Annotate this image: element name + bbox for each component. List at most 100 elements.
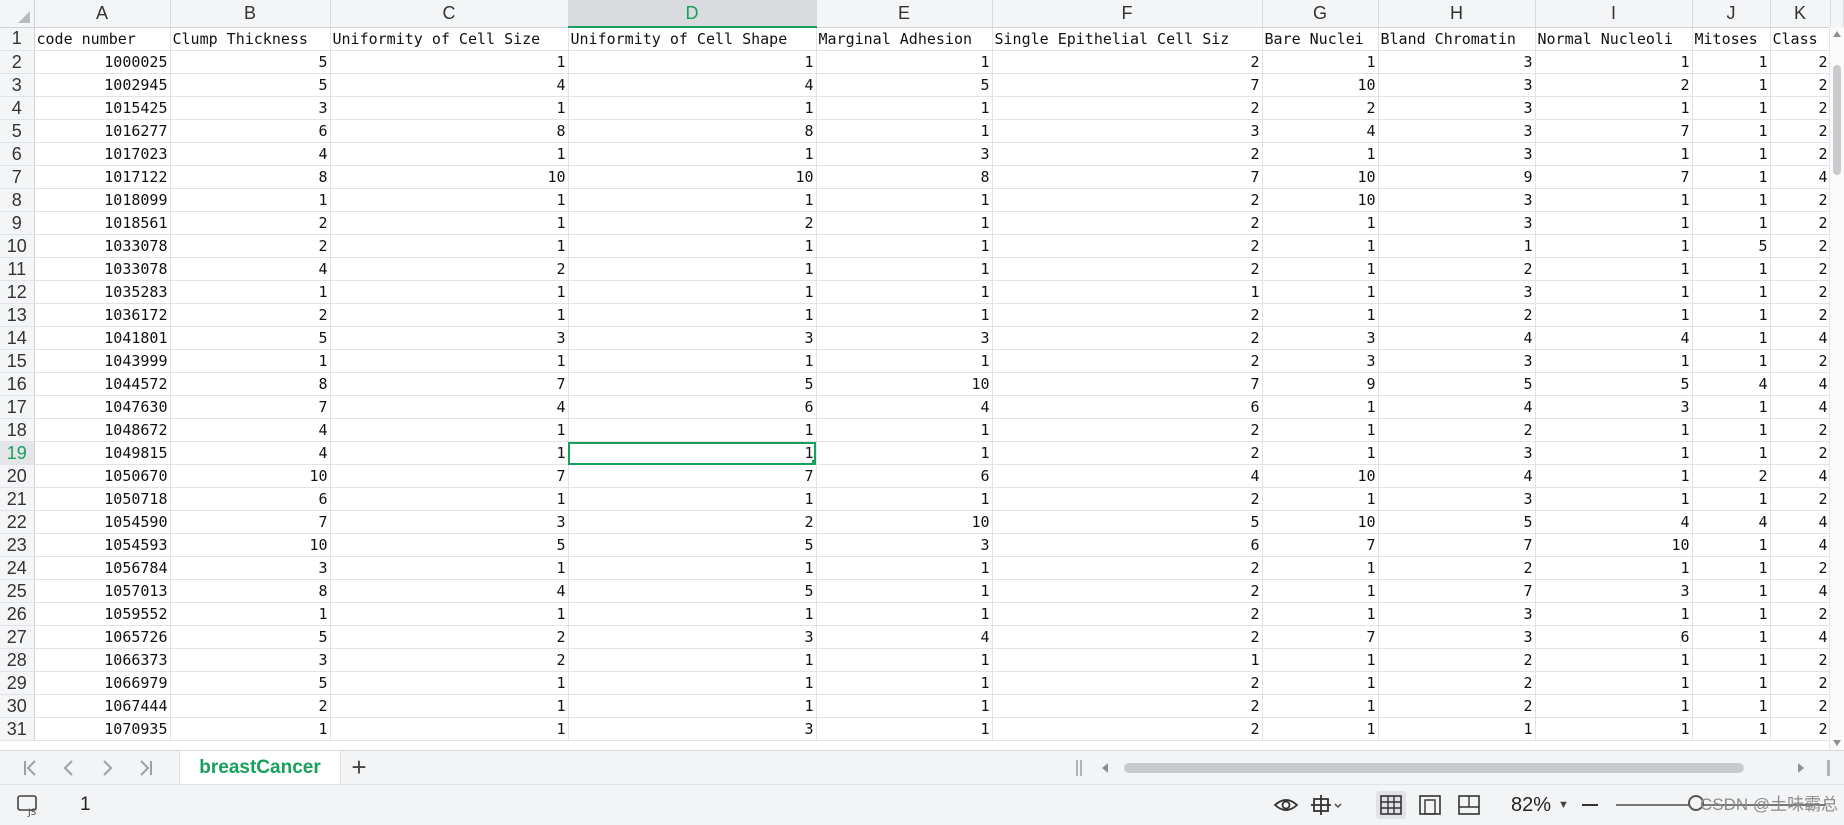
table-cell[interactable]: 3 bbox=[1378, 96, 1536, 120]
table-cell[interactable]: 2 bbox=[1262, 96, 1379, 120]
table-cell[interactable]: 2 bbox=[992, 234, 1263, 258]
table-cell[interactable]: 5 bbox=[330, 533, 569, 557]
last-sheet-icon[interactable] bbox=[134, 757, 156, 779]
table-cell[interactable]: 1 bbox=[816, 694, 993, 718]
table-cell[interactable]: 1 bbox=[1692, 441, 1771, 465]
table-cell[interactable]: 3 bbox=[1378, 280, 1536, 304]
column-title-cell[interactable]: Clump Thickness bbox=[170, 27, 331, 51]
table-cell[interactable]: 5 bbox=[992, 510, 1263, 534]
table-cell[interactable]: 2 bbox=[1770, 418, 1831, 442]
eye-protection-icon[interactable] bbox=[1273, 793, 1299, 817]
table-cell[interactable]: 1018099 bbox=[34, 188, 171, 212]
table-cell[interactable]: 2 bbox=[992, 694, 1263, 718]
table-cell[interactable]: 4 bbox=[330, 395, 569, 419]
table-cell[interactable]: 3 bbox=[1378, 625, 1536, 649]
table-cell[interactable]: 1054590 bbox=[34, 510, 171, 534]
table-cell[interactable]: 2 bbox=[1378, 303, 1536, 327]
table-cell[interactable]: 3 bbox=[1535, 395, 1693, 419]
table-cell[interactable]: 6 bbox=[992, 533, 1263, 557]
table-cell[interactable]: 6 bbox=[568, 395, 817, 419]
table-cell[interactable]: 1 bbox=[1262, 142, 1379, 166]
table-cell[interactable]: 2 bbox=[1692, 464, 1771, 488]
table-cell[interactable]: 1044572 bbox=[34, 372, 171, 396]
table-cell[interactable]: 3 bbox=[1535, 579, 1693, 603]
table-cell[interactable]: 1 bbox=[1535, 556, 1693, 580]
table-cell[interactable]: 10 bbox=[816, 372, 993, 396]
row-header-28[interactable]: 28 bbox=[0, 648, 35, 672]
row-header-20[interactable]: 20 bbox=[0, 464, 35, 488]
table-cell[interactable]: 1 bbox=[816, 671, 993, 695]
table-cell[interactable]: 1 bbox=[1262, 234, 1379, 258]
table-cell[interactable]: 3 bbox=[568, 625, 817, 649]
table-cell[interactable]: 3 bbox=[816, 533, 993, 557]
table-cell[interactable]: 2 bbox=[568, 211, 817, 235]
table-cell[interactable]: 2 bbox=[1770, 671, 1831, 695]
table-cell[interactable]: 3 bbox=[816, 326, 993, 350]
table-cell[interactable]: 1 bbox=[1535, 257, 1693, 281]
table-cell[interactable]: 1 bbox=[568, 142, 817, 166]
table-cell[interactable]: 2 bbox=[992, 717, 1263, 741]
table-cell[interactable]: 10 bbox=[1262, 188, 1379, 212]
table-cell[interactable]: 7 bbox=[992, 165, 1263, 189]
table-cell[interactable]: 1 bbox=[1535, 418, 1693, 442]
table-cell[interactable]: 1 bbox=[1692, 602, 1771, 626]
table-cell[interactable]: 4 bbox=[1535, 510, 1693, 534]
table-cell[interactable]: 1059552 bbox=[34, 602, 171, 626]
table-cell[interactable]: 2 bbox=[170, 303, 331, 327]
table-cell[interactable]: 1 bbox=[330, 441, 569, 465]
table-cell[interactable]: 1 bbox=[816, 487, 993, 511]
table-cell[interactable]: 1 bbox=[1535, 648, 1693, 672]
table-cell[interactable]: 1 bbox=[1692, 395, 1771, 419]
table-cell[interactable]: 2 bbox=[1770, 487, 1831, 511]
select-all-corner[interactable] bbox=[0, 0, 35, 28]
vertical-scrollbar[interactable] bbox=[1829, 27, 1844, 750]
table-cell[interactable]: 2 bbox=[1378, 556, 1536, 580]
table-cell[interactable]: 2 bbox=[992, 303, 1263, 327]
table-cell[interactable]: 1 bbox=[568, 648, 817, 672]
horizontal-scrollbar[interactable] bbox=[1076, 756, 1830, 780]
add-sheet-button[interactable]: + bbox=[346, 754, 372, 781]
table-cell[interactable]: 7 bbox=[170, 510, 331, 534]
scroll-right-icon[interactable] bbox=[1798, 763, 1804, 773]
table-cell[interactable]: 1 bbox=[1692, 326, 1771, 350]
table-cell[interactable]: 1 bbox=[1262, 257, 1379, 281]
table-cell[interactable]: 2 bbox=[1378, 694, 1536, 718]
table-cell[interactable]: 2 bbox=[992, 441, 1263, 465]
table-cell[interactable]: 1 bbox=[1535, 50, 1693, 74]
table-cell[interactable]: 4 bbox=[1692, 372, 1771, 396]
table-cell[interactable]: 4 bbox=[1770, 395, 1831, 419]
table-cell[interactable]: 2 bbox=[992, 602, 1263, 626]
table-cell[interactable]: 1 bbox=[1262, 303, 1379, 327]
table-cell[interactable]: 2 bbox=[1770, 717, 1831, 741]
table-cell[interactable]: 1 bbox=[1262, 579, 1379, 603]
table-cell[interactable]: 1 bbox=[1692, 556, 1771, 580]
row-header-31[interactable]: 31 bbox=[0, 717, 35, 741]
column-title-cell[interactable]: Marginal Adhesion bbox=[816, 27, 993, 51]
table-cell[interactable]: 1 bbox=[1535, 349, 1693, 373]
table-cell[interactable]: 1 bbox=[1692, 671, 1771, 695]
table-cell[interactable]: 4 bbox=[1535, 326, 1693, 350]
table-cell[interactable]: 1 bbox=[816, 50, 993, 74]
table-cell[interactable]: 1 bbox=[1262, 717, 1379, 741]
table-cell[interactable]: 1 bbox=[1378, 234, 1536, 258]
table-cell[interactable]: 2 bbox=[1770, 280, 1831, 304]
table-cell[interactable]: 1 bbox=[1692, 211, 1771, 235]
table-cell[interactable]: 7 bbox=[1535, 165, 1693, 189]
table-cell[interactable]: 10 bbox=[1262, 73, 1379, 97]
table-cell[interactable]: 4 bbox=[330, 579, 569, 603]
table-cell[interactable]: 3 bbox=[568, 717, 817, 741]
table-cell[interactable]: 3 bbox=[816, 142, 993, 166]
table-cell[interactable]: 3 bbox=[568, 326, 817, 350]
table-cell[interactable]: 1 bbox=[1535, 671, 1693, 695]
table-cell[interactable]: 2 bbox=[568, 510, 817, 534]
table-cell[interactable]: 5 bbox=[816, 73, 993, 97]
table-cell[interactable]: 2 bbox=[1770, 349, 1831, 373]
table-cell[interactable]: 3 bbox=[1262, 349, 1379, 373]
table-cell[interactable]: 1 bbox=[568, 602, 817, 626]
column-title-cell[interactable]: Normal Nucleoli bbox=[1535, 27, 1693, 51]
table-cell[interactable]: 1 bbox=[330, 418, 569, 442]
column-title-cell[interactable]: Bare Nuclei bbox=[1262, 27, 1379, 51]
table-cell[interactable]: 1 bbox=[1535, 142, 1693, 166]
scroll-left-icon[interactable] bbox=[1102, 763, 1108, 773]
table-cell[interactable]: 1 bbox=[330, 717, 569, 741]
